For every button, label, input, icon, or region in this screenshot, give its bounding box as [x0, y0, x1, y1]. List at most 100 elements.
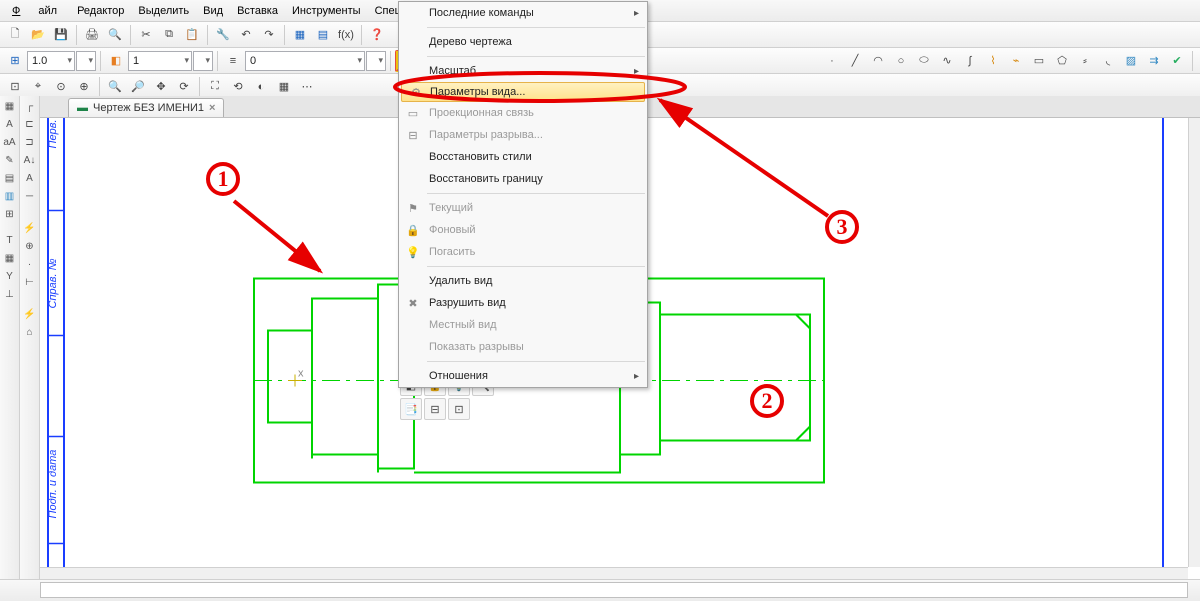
save-icon[interactable]: 💾 [50, 24, 72, 46]
vtool-geom-icon[interactable]: ▦ [2, 98, 18, 114]
vtool-edit-icon[interactable]: ▤ [2, 170, 18, 186]
collect-icon[interactable]: ✔ [1166, 50, 1188, 72]
spline-icon[interactable]: ∿ [936, 50, 958, 72]
lineweight-combo[interactable]: 1.0 [27, 51, 75, 71]
vtool2-f[interactable]: ─ [22, 188, 38, 204]
snap2-icon[interactable]: ⌖ [27, 76, 49, 98]
ctx-destroy-view[interactable]: ✖Разрушить вид [399, 292, 647, 314]
vtool2-b[interactable]: ⊏ [22, 116, 38, 132]
style-dd[interactable] [366, 51, 386, 71]
ctx-restore-boundary[interactable]: Восстановить границу [399, 168, 647, 190]
vtool2-g[interactable]: ⚡ [22, 220, 38, 236]
vtool-tab-icon[interactable]: ▦ [2, 250, 18, 266]
manager-icon[interactable]: ▤ [312, 24, 334, 46]
vertical-scrollbar[interactable] [1188, 118, 1200, 567]
help-icon[interactable]: ❓ [366, 24, 388, 46]
polygon-icon[interactable]: ⬠ [1051, 50, 1073, 72]
horizontal-scrollbar[interactable] [40, 567, 1188, 579]
vtool2-h[interactable]: ⊕ [22, 238, 38, 254]
library-icon[interactable]: ▦ [289, 24, 311, 46]
pan-icon[interactable]: ✥ [150, 76, 172, 98]
fillet-icon[interactable]: ◟ [1097, 50, 1119, 72]
rotate-icon[interactable]: ⟳ [173, 76, 195, 98]
copy-icon[interactable]: ⧉ [158, 24, 180, 46]
print-icon[interactable]: 🖨 [81, 24, 103, 46]
fb-break1-icon[interactable]: ⊟ [424, 398, 446, 420]
new-icon[interactable]: 🗋 [4, 24, 26, 46]
command-input[interactable] [40, 582, 1188, 598]
polyline-icon[interactable]: ⌁ [1005, 50, 1027, 72]
layer-icon[interactable]: ◧ [105, 50, 127, 72]
menu-file-lbl: айл [32, 2, 63, 20]
vtool2-l[interactable]: ⌂ [22, 324, 38, 340]
vtool2-a[interactable]: ┌ [22, 98, 38, 114]
paste-icon[interactable]: 📋 [181, 24, 203, 46]
ellipse-icon[interactable]: ⬭ [913, 50, 935, 72]
vtool-ax-icon[interactable]: ⊥ [2, 286, 18, 302]
fb-break2-icon[interactable]: ⊡ [448, 398, 470, 420]
document-tab[interactable]: ▬ Чертеж БЕЗ ИМЕНИ1 × [68, 98, 224, 117]
layer-dd[interactable] [193, 51, 213, 71]
vtool2-c[interactable]: ⊐ [22, 134, 38, 150]
vtool-param-icon[interactable]: ⊞ [2, 206, 18, 222]
lineweight-dd[interactable] [76, 51, 96, 71]
menu-select[interactable]: Выделить [132, 2, 195, 20]
ctx-drawing-tree[interactable]: Дерево чертежа [399, 31, 647, 53]
vtool-note-icon[interactable]: ✎ [2, 152, 18, 168]
chamfer-icon[interactable]: ⸗ [1074, 50, 1096, 72]
shade-icon[interactable]: ◐ [250, 76, 272, 98]
menu-file[interactable]: Файл [6, 2, 69, 20]
menu-tools[interactable]: Инструменты [286, 2, 367, 20]
nurbs-icon[interactable]: ⌇ [982, 50, 1004, 72]
menu-insert[interactable]: Вставка [231, 2, 284, 20]
grid-icon[interactable]: ⊞ [4, 50, 26, 72]
arc-icon[interactable]: ◠ [867, 50, 889, 72]
fit-icon[interactable]: ⛶ [204, 76, 226, 98]
vtool-table-icon[interactable]: ▥ [2, 188, 18, 204]
snap4-icon[interactable]: ⊕ [73, 76, 95, 98]
vtool-dim-icon[interactable]: A [2, 116, 18, 132]
ctx-restore-styles[interactable]: Восстановить стили [399, 146, 647, 168]
vtool2-e[interactable]: A [22, 170, 38, 186]
ctx-delete-view[interactable]: Удалить вид [399, 270, 647, 292]
vtool-y-icon[interactable]: Y [2, 268, 18, 284]
preview-icon[interactable]: 🔍 [104, 24, 126, 46]
redo-icon[interactable]: ↷ [258, 24, 280, 46]
point-icon[interactable]: · [821, 50, 843, 72]
menu-view[interactable]: Вид [197, 2, 229, 20]
vtool2-i[interactable]: · [22, 256, 38, 272]
fb-props-icon[interactable]: 📑 [400, 398, 422, 420]
undo-icon[interactable]: ↶ [235, 24, 257, 46]
menu-editor[interactable]: Редактор [71, 2, 130, 20]
circle-icon[interactable]: ○ [890, 50, 912, 72]
extra-icon[interactable]: ⋯ [296, 76, 318, 98]
wireframe-icon[interactable]: ▦ [273, 76, 295, 98]
vtool2-d[interactable]: A↓ [22, 152, 38, 168]
ctx-relations[interactable]: Отношения [399, 365, 647, 387]
cut-icon[interactable]: ✂ [135, 24, 157, 46]
ctx-recent-commands[interactable]: Последние команды [399, 2, 647, 24]
line-icon[interactable]: ╱ [844, 50, 866, 72]
snap3-icon[interactable]: ⊙ [50, 76, 72, 98]
layer-combo[interactable]: 1 [128, 51, 192, 71]
style-combo[interactable]: 0 [245, 51, 365, 71]
zoom-in-icon[interactable]: 🔍 [104, 76, 126, 98]
vtool2-k[interactable]: ⚡ [22, 306, 38, 322]
refresh-icon[interactable]: ⟲ [227, 76, 249, 98]
close-tab-icon[interactable]: × [209, 102, 215, 114]
axis-label-x: x [298, 368, 304, 380]
properties-icon[interactable]: 🔧 [212, 24, 234, 46]
style-icon[interactable]: ≡ [222, 50, 244, 72]
rect-icon[interactable]: ▭ [1028, 50, 1050, 72]
equi-icon[interactable]: ⇉ [1143, 50, 1165, 72]
zoom-out-icon[interactable]: 🔎 [127, 76, 149, 98]
hatch-icon[interactable]: ▨ [1120, 50, 1142, 72]
open-icon[interactable]: 📂 [27, 24, 49, 46]
annotation-3: 3 [825, 210, 859, 244]
bezier-icon[interactable]: ∫ [959, 50, 981, 72]
vtool-t-icon[interactable]: T [2, 232, 18, 248]
vtool2-j[interactable]: ⊢ [22, 274, 38, 290]
variables-icon[interactable]: f(x) [335, 24, 357, 46]
vtool-text-icon[interactable]: aA [2, 134, 18, 150]
snap1-icon[interactable]: ⊡ [4, 76, 26, 98]
